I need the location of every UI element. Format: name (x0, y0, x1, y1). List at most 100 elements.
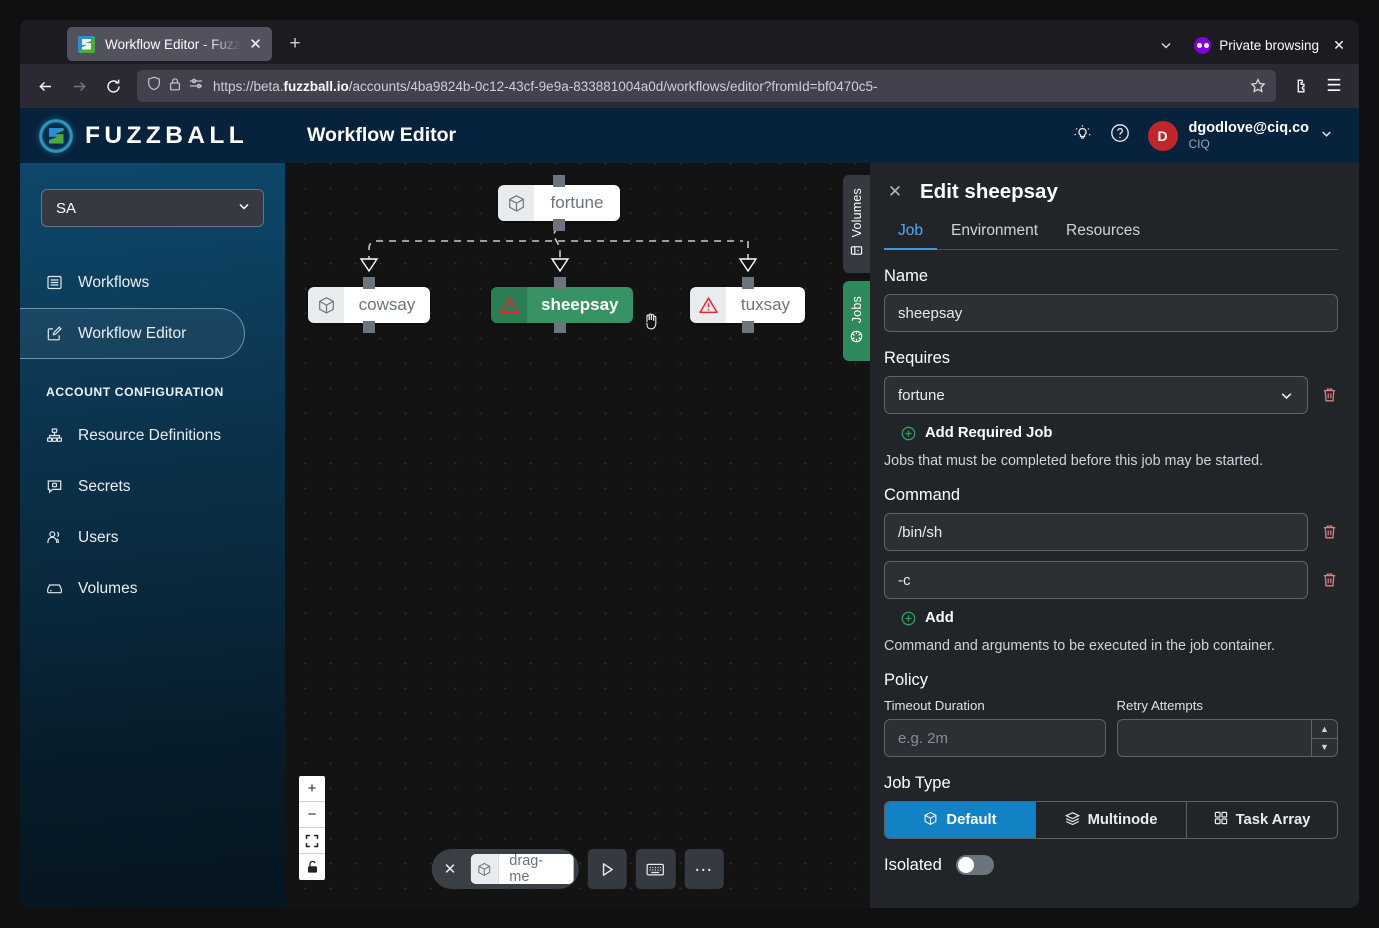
timeout-duration-input[interactable]: e.g. 2m (884, 719, 1106, 757)
plus-circle-icon (901, 611, 916, 626)
grid-icon (1214, 811, 1228, 829)
sidebar-item-resource-definitions[interactable]: Resource Definitions (20, 410, 285, 461)
url-bar-icons (147, 76, 204, 96)
workflow-node-tuxsay[interactable]: tuxsay (690, 277, 805, 333)
add-required-job-button[interactable]: Add Required Job (901, 425, 1338, 441)
canvas-dock: ✕ drag-me … (431, 849, 724, 889)
terminal-button[interactable] (635, 849, 676, 889)
node-label: fortune (534, 185, 620, 221)
user-org: CIQ (1188, 137, 1210, 152)
node-port-top[interactable] (741, 277, 754, 289)
node-port-top[interactable] (553, 277, 566, 289)
sidebar-item-workflow-editor[interactable]: Workflow Editor (20, 308, 245, 359)
node-port-bottom[interactable] (363, 321, 375, 333)
private-browsing-label: Private browsing (1219, 37, 1319, 53)
command-input-0[interactable]: /bin/sh (884, 513, 1308, 551)
sidebar-item-label: Secrets (78, 477, 131, 495)
requires-select-value: fortune (898, 386, 945, 404)
tab-environment[interactable]: Environment (937, 222, 1052, 249)
sidebar-item-secrets[interactable]: Secrets (20, 461, 285, 512)
canvas-side-tabs: Volumes Jobs (843, 175, 870, 361)
close-icon[interactable]: ✕ (246, 35, 265, 54)
zoom-out-button[interactable]: − (299, 802, 325, 828)
chevron-down-icon[interactable] (1150, 30, 1182, 60)
sidebar-item-volumes[interactable]: Volumes (20, 563, 285, 614)
command-label: Command (884, 486, 961, 504)
retry-attempts-stepper[interactable]: ▲ ▼ (1116, 719, 1338, 757)
brand-name: FUZZBALL (85, 121, 249, 149)
command-row: -c (884, 561, 1338, 599)
sidebar-item-workflows[interactable]: Workflows (20, 257, 285, 308)
lock-button[interactable] (299, 854, 325, 880)
private-browsing-indicator: Private browsing (1186, 30, 1325, 60)
delete-required-job-icon[interactable] (1320, 387, 1338, 403)
tab-job[interactable]: Job (884, 222, 937, 250)
side-tab-label: Jobs (849, 295, 864, 324)
tab-resources[interactable]: Resources (1052, 222, 1154, 249)
url-text[interactable]: https://beta.fuzzball.io/accounts/4ba982… (213, 79, 1236, 94)
browser-menu-icon[interactable]: ☰ (1318, 70, 1350, 102)
job-type-default[interactable]: Default (885, 802, 1036, 838)
browser-tab-active[interactable]: Workflow Editor - Fuzzba ✕ (67, 27, 272, 61)
lock-icon[interactable] (169, 77, 181, 96)
bookmark-star-icon[interactable] (1245, 73, 1271, 99)
workflow-node-sheepsay[interactable]: sheepsay (491, 277, 633, 333)
back-icon[interactable] (29, 70, 61, 102)
retry-attempts-label: Retry Attempts (1116, 698, 1203, 713)
stepper-up-icon[interactable]: ▲ (1312, 720, 1337, 739)
name-input[interactable]: sheepsay (884, 294, 1338, 332)
isolated-toggle[interactable] (955, 855, 994, 875)
account-selector[interactable]: SA (41, 189, 264, 227)
close-icon[interactable]: ✕ (433, 852, 467, 886)
side-tab-volumes[interactable]: Volumes (843, 175, 870, 273)
list-icon (44, 273, 64, 293)
run-button[interactable] (587, 849, 627, 889)
node-port-bottom[interactable] (553, 219, 565, 231)
chevron-down-icon (1279, 388, 1294, 403)
cube-icon (498, 185, 534, 221)
delete-command-icon[interactable] (1320, 572, 1338, 588)
command-input-1[interactable]: -c (884, 561, 1308, 599)
zoom-in-button[interactable]: + (299, 776, 325, 802)
node-port-top[interactable] (553, 175, 565, 187)
requires-select[interactable]: fortune (884, 376, 1308, 414)
sidebar-item-users[interactable]: Users (20, 512, 285, 563)
user-menu[interactable]: D dgodlove@ciq.co CIQ (1147, 119, 1333, 152)
sidebar-item-label: Workflows (78, 273, 150, 291)
more-button[interactable]: … (684, 849, 724, 889)
close-icon[interactable]: ✕ (887, 182, 903, 202)
side-tab-jobs[interactable]: Jobs (843, 281, 870, 361)
job-type-task-array[interactable]: Task Array (1187, 802, 1337, 838)
canvas-grid (285, 163, 870, 908)
retry-attempts-input[interactable] (1118, 720, 1312, 756)
extensions-icon[interactable] (1284, 70, 1316, 102)
secret-icon (44, 477, 64, 497)
reload-icon[interactable] (97, 70, 129, 102)
add-required-job-label: Add Required Job (925, 425, 1053, 441)
account-selector-value: SA (56, 199, 77, 217)
fit-view-button[interactable] (299, 828, 325, 854)
workflow-node-cowsay[interactable]: cowsay (308, 277, 430, 333)
workflow-node-fortune[interactable]: fortune (498, 175, 620, 231)
workflow-canvas[interactable]: fortune cowsay sheepsay tuxsay + − ✕ dra… (285, 163, 870, 908)
permissions-icon[interactable] (189, 77, 204, 95)
new-tab-button[interactable]: + (280, 29, 310, 59)
drag-me-chip[interactable]: drag-me (470, 854, 574, 884)
stepper-down-icon[interactable]: ▼ (1312, 739, 1337, 757)
window-close-icon[interactable]: ✕ (1329, 35, 1349, 55)
help-circle-icon[interactable] (1110, 123, 1130, 148)
forward-icon[interactable] (63, 70, 95, 102)
delete-command-icon[interactable] (1320, 524, 1338, 540)
add-command-button[interactable]: Add (901, 610, 1338, 626)
fuzzball-app: FUZZBALL SA Workflows Workflow Editor AC… (20, 108, 1359, 908)
dock-pill: ✕ drag-me (431, 849, 579, 889)
node-port-top[interactable] (363, 277, 375, 289)
timeout-duration-label: Timeout Duration (884, 698, 985, 713)
shield-icon[interactable] (147, 76, 161, 96)
node-port-bottom[interactable] (741, 321, 754, 333)
lightbulb-icon[interactable] (1073, 124, 1092, 148)
job-type-multinode[interactable]: Multinode (1036, 802, 1187, 838)
command-row: /bin/sh (884, 513, 1338, 551)
url-bar[interactable]: https://beta.fuzzball.io/accounts/4ba982… (137, 70, 1276, 102)
node-port-bottom[interactable] (553, 321, 566, 333)
